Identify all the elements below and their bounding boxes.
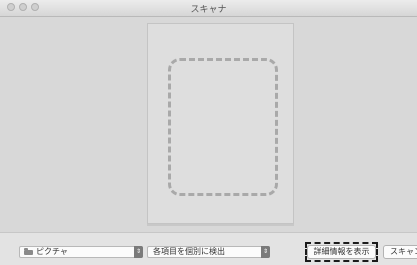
scan-selection-area[interactable] (168, 58, 278, 196)
destination-popup[interactable]: ピクチャ ⇕ (19, 246, 143, 258)
scanner-window: スキャナ ピクチャ ⇕ 各項目を個別に検出 ⇕ 詳細情報を表示 スキャン (0, 0, 417, 265)
scan-preview-area (0, 17, 417, 232)
title-bar: スキャナ (0, 0, 417, 17)
popup-arrows-icon: ⇕ (261, 246, 270, 258)
popup-arrows-icon: ⇕ (134, 246, 143, 258)
scan-button[interactable]: スキャン (383, 245, 417, 259)
show-details-button[interactable]: 詳細情報を表示 (307, 245, 376, 259)
scan-mode-popup[interactable]: 各項目を個別に検出 ⇕ (147, 246, 270, 258)
folder-icon (24, 248, 33, 255)
window-title: スキャナ (190, 5, 227, 15)
scan-preview-page (147, 23, 294, 224)
scan-mode-label: 各項目を個別に検出 (153, 247, 225, 256)
page-shadow (147, 224, 294, 226)
bottom-toolbar: ピクチャ ⇕ 各項目を個別に検出 ⇕ 詳細情報を表示 スキャン (0, 232, 417, 265)
destination-label: ピクチャ (36, 247, 68, 256)
